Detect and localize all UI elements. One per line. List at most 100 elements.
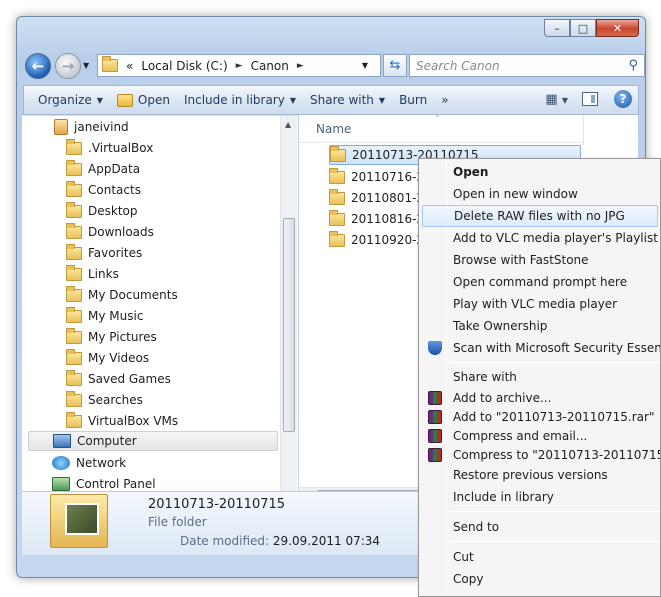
menu-item-share-with[interactable]: Share with [422, 366, 660, 388]
menu-item-delete-raw[interactable]: Delete RAW files with no JPG [422, 205, 658, 227]
menu-item-take-ownership[interactable]: Take Ownership [422, 315, 660, 337]
scroll-up-icon[interactable]: ▲ [285, 120, 291, 129]
arrow-right-icon: → [61, 57, 75, 75]
tree-item-label: My Videos [88, 351, 150, 365]
back-button[interactable]: ← [25, 53, 51, 79]
tree-item-label: janeivind [74, 120, 129, 134]
tree-item-label: Contacts [88, 183, 141, 197]
organize-label: Organize [38, 93, 92, 107]
open-button[interactable]: Open [116, 93, 170, 107]
tree-item[interactable]: My Pictures [66, 327, 157, 347]
tree-item-network[interactable]: Network [52, 453, 126, 473]
tree-item-label: Saved Games [88, 372, 171, 386]
menu-item-label: Scan with Microsoft Security Essentials.… [453, 341, 660, 355]
organize-button[interactable]: Organize ▼ [38, 93, 103, 107]
help-button[interactable]: ? [614, 90, 632, 108]
menu-item-open[interactable]: Open [422, 161, 660, 183]
menu-item-label: Take Ownership [453, 319, 548, 333]
menu-item-label: Open in new window [453, 187, 578, 201]
forward-button[interactable]: → [55, 53, 81, 79]
menu-item-faststone[interactable]: Browse with FastStone [422, 249, 660, 271]
change-view-button[interactable]: ▦ ▼ [545, 92, 568, 107]
details-type: File folder [148, 515, 207, 529]
more-commands-button[interactable]: » [441, 93, 448, 107]
tree-item[interactable]: Saved Games [66, 369, 171, 389]
scrollbar-thumb[interactable] [283, 218, 295, 432]
tree-item[interactable]: My Music [66, 306, 143, 326]
address-dropdown-icon[interactable]: ▼ [362, 61, 368, 70]
recent-pages-dropdown[interactable]: ▼ [83, 61, 89, 70]
computer-icon [53, 434, 71, 448]
tree-item-user[interactable]: janeivind [54, 117, 129, 137]
menu-item-label: Browse with FastStone [453, 253, 589, 267]
menu-item-mse-scan[interactable]: Scan with Microsoft Security Essentials.… [422, 337, 660, 359]
tree-scrollbar[interactable]: ▲ ▼ [280, 116, 297, 508]
breadcrumb-canon[interactable]: Canon [251, 59, 289, 73]
maximize-button[interactable]: □ [570, 19, 596, 37]
menu-item-compress-rar-email[interactable]: Compress to "20110713-20110715.rar" a [422, 444, 660, 466]
winrar-icon [428, 448, 442, 462]
menu-item-vlc-playlist[interactable]: Add to VLC media player's Playlist [422, 227, 660, 249]
menu-item-label: Share with [453, 370, 517, 384]
menu-item-cut[interactable]: Cut [422, 546, 660, 568]
menu-item-open-new-window[interactable]: Open in new window [422, 183, 660, 205]
preview-pane-button[interactable] [582, 92, 598, 106]
folder-icon [102, 56, 118, 72]
tree-item-computer[interactable]: Computer [28, 431, 278, 451]
column-name-label: Name [316, 122, 352, 136]
column-divider[interactable] [583, 115, 584, 145]
tree-item-label: My Pictures [88, 330, 157, 344]
menu-item-label: Copy [453, 572, 484, 586]
videos-folder-icon [66, 348, 82, 365]
tree-item[interactable]: My Documents [66, 285, 178, 305]
menu-item-command-prompt[interactable]: Open command prompt here [422, 271, 660, 293]
refresh-button[interactable]: ⇆ [383, 54, 407, 77]
winrar-icon [428, 429, 442, 443]
context-menu: Open Open in new window Delete RAW files… [418, 158, 661, 597]
tree-item[interactable]: Downloads [66, 222, 154, 242]
folder-icon [330, 145, 346, 162]
tree-item-label: .VirtualBox [88, 141, 154, 155]
links-folder-icon [66, 264, 82, 281]
menu-item-label: Open command prompt here [453, 275, 628, 289]
breadcrumb-arrow-icon[interactable]: ► [236, 61, 243, 71]
toolbar-right: ▦ ▼ ? [545, 90, 632, 108]
menu-item-include-library[interactable]: Include in library [422, 486, 660, 508]
pictures-folder-icon [66, 327, 82, 344]
date-modified-value: 29.09.2011 07:34 [272, 534, 381, 548]
share-with-button[interactable]: Share with ▼ [310, 93, 385, 107]
tree-item[interactable]: Links [66, 264, 119, 284]
tree-item[interactable]: Desktop [66, 201, 138, 221]
details-name: 20110713-20110715 [148, 497, 286, 512]
burn-button[interactable]: Burn [399, 93, 427, 107]
menu-item-label: Include in library [453, 490, 554, 504]
tree-item[interactable]: VirtualBox VMs [66, 411, 178, 431]
tree-item[interactable]: Favorites [66, 243, 142, 263]
include-in-library-button[interactable]: Include in library ▼ [184, 93, 296, 107]
menu-separator [449, 511, 660, 512]
tree-item[interactable]: .VirtualBox [66, 138, 153, 158]
address-overflow-chevron[interactable]: « [126, 59, 133, 73]
close-button[interactable]: ✕ [596, 19, 639, 37]
tree-item[interactable]: Contacts [66, 180, 141, 200]
menu-item-label: Play with VLC media player [453, 297, 618, 311]
address-bar[interactable]: « Local Disk (C:) ► Canon ► ▼ [97, 54, 381, 77]
search-icon[interactable]: ⚲ [628, 58, 638, 73]
sort-ascending-icon: ˄ [435, 115, 440, 125]
column-header-name[interactable]: Name ˄ [299, 115, 584, 145]
tree-item-label: Network [76, 456, 127, 470]
tree-item[interactable]: My Videos [66, 348, 149, 368]
navigation-pane: janeivind .VirtualBox AppData Contacts D… [22, 115, 298, 508]
tree-item[interactable]: Searches [66, 390, 143, 410]
menu-item-vlc-play[interactable]: Play with VLC media player [422, 293, 660, 315]
minimize-button[interactable]: – [544, 19, 570, 37]
breadcrumb-local-disk[interactable]: Local Disk (C:) [141, 59, 227, 73]
saved-games-folder-icon [66, 369, 82, 386]
menu-item-send-to[interactable]: Send to [422, 516, 660, 538]
music-folder-icon [66, 306, 82, 323]
search-input[interactable]: Search Canon ⚲ [409, 54, 645, 77]
breadcrumb-arrow-icon[interactable]: ► [297, 61, 304, 71]
menu-item-restore-previous[interactable]: Restore previous versions [422, 464, 660, 486]
menu-item-copy[interactable]: Copy [422, 568, 660, 590]
tree-item[interactable]: AppData [66, 159, 140, 179]
